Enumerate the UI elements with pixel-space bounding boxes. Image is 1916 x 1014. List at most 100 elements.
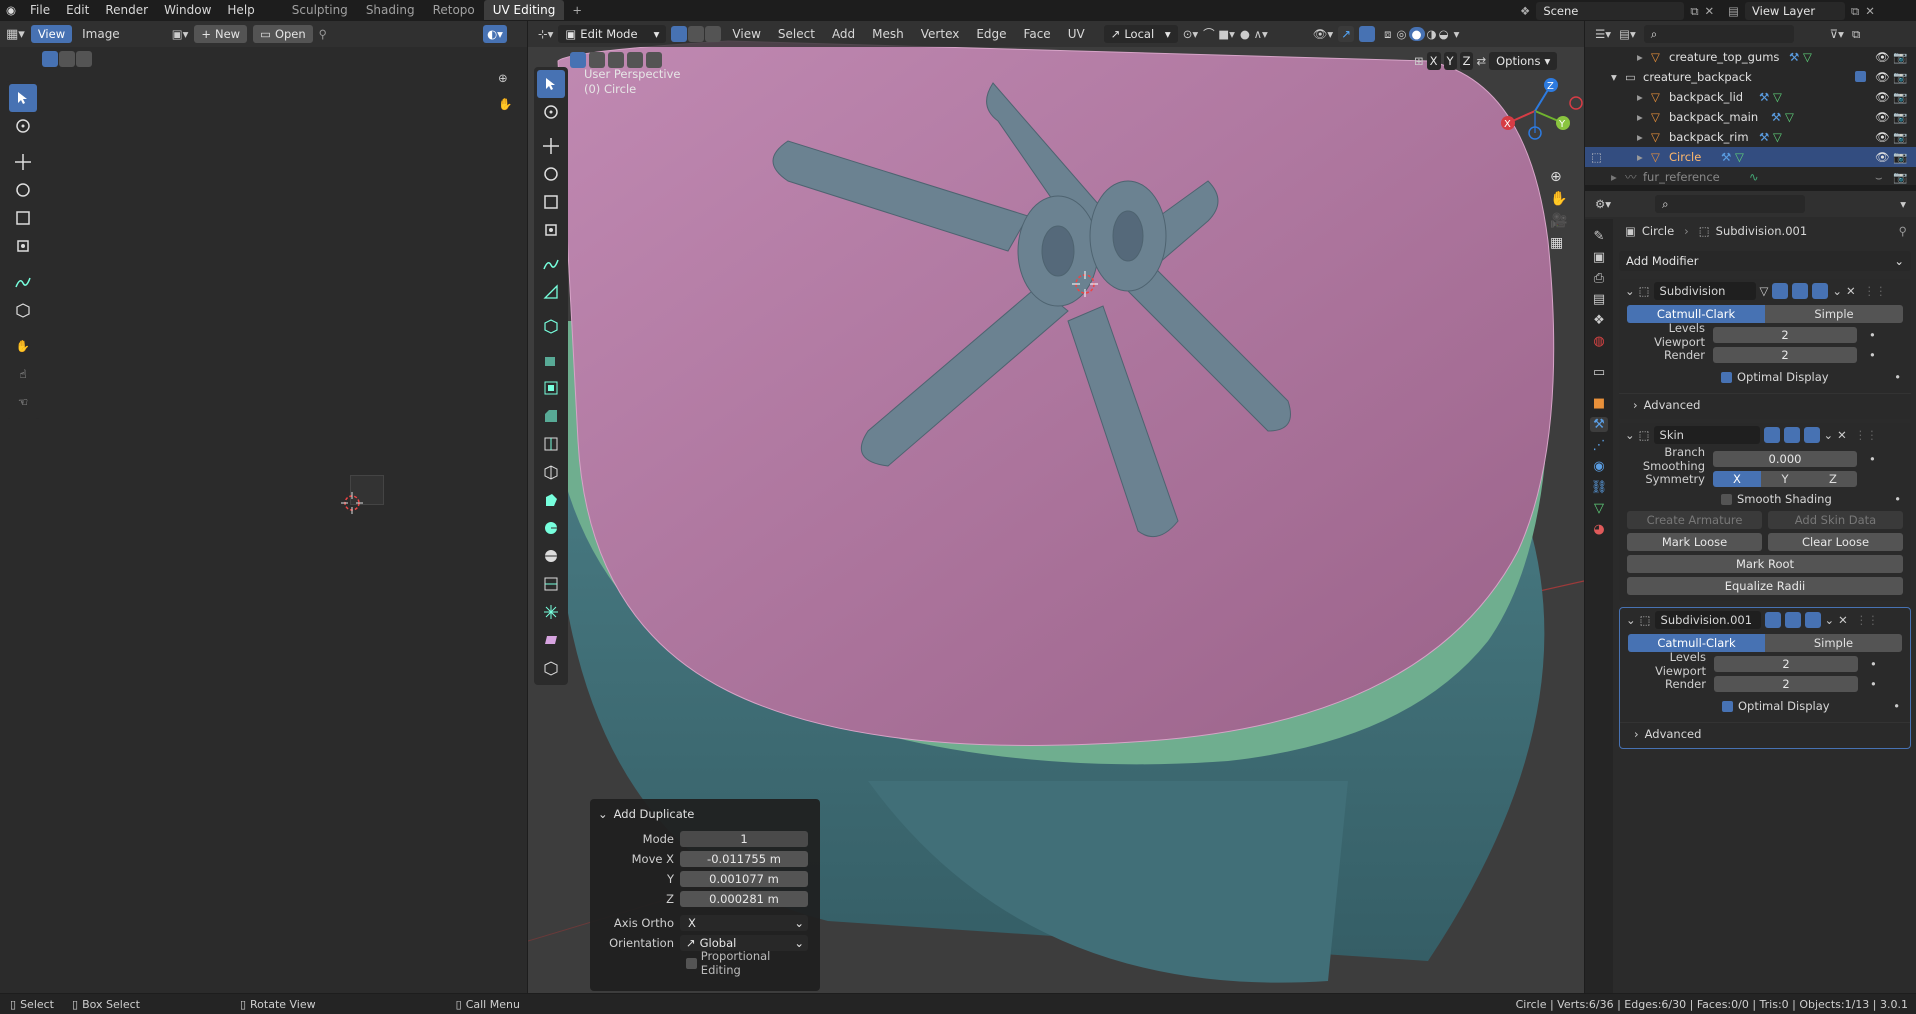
face-select-icon[interactable] [705,26,722,42]
extrude-tool-icon[interactable] [537,346,565,374]
tab-retopo[interactable]: Retopo [424,0,484,20]
properties-options-icon[interactable]: ▾ [1900,197,1916,211]
visibility-eye-icon[interactable]: 👁 [1875,110,1890,124]
gizmo-toggle-icon[interactable]: ↗ [1338,26,1355,42]
branch-smoothing-field[interactable]: 0.000 [1713,451,1857,467]
pan-icon[interactable]: ✋ [1550,191,1567,207]
close-view-layer-icon[interactable]: ✕ [1865,4,1875,18]
filter-icon[interactable]: ⊽▾ [1830,27,1844,41]
pin-icon[interactable]: ⚲ [1899,224,1911,238]
open-image-button[interactable]: ▭ Open [253,25,313,43]
outliner-item-creature-backpack[interactable]: ▾ ▭ creature_backpack 👁 📷 [1585,67,1916,87]
outliner-item-circle[interactable]: ⬚ ▸ ▽ Circle ⚒ ▽ 👁 📷 [1585,147,1916,167]
copy-scene-icon[interactable]: ⧉ [1690,4,1698,19]
keyframe-dot-icon[interactable]: • [1869,328,1876,342]
simple-option[interactable]: Simple [1765,305,1903,323]
expand-arrow-icon[interactable]: ▸ [1637,150,1651,164]
keyframe-dot-icon[interactable]: • [1894,492,1911,506]
visibility-eye-icon[interactable]: 👁 [1875,150,1890,164]
uv-image-menu[interactable]: Image [78,24,124,44]
uv-view-menu[interactable]: View [30,25,73,43]
drag-handle-icon[interactable]: ⋮⋮ [1864,284,1887,298]
visibility-eye-icon[interactable]: 👁 [1875,50,1890,64]
outliner-search-input[interactable]: ⌕ [1643,25,1794,43]
render-levels-field[interactable]: 2 [1714,676,1858,692]
remove-modifier-icon[interactable]: ✕ [1837,428,1847,442]
properties-editor-icon[interactable]: ⚙▾ [1595,197,1611,211]
op-move-z-field[interactable]: 0.000281 m [680,891,808,907]
menu-edge[interactable]: Edge [970,24,1012,44]
hidden-eye-icon[interactable]: ⌣ [1875,170,1883,185]
keyframe-dot-icon[interactable]: • [1869,348,1876,362]
render-display-icon[interactable] [1812,283,1829,299]
pinch-tool-icon[interactable]: ☜ [9,388,37,416]
modifier-name-field[interactable]: Subdivision.001 [1654,611,1761,629]
collection-tab-icon[interactable]: ▭ [1593,365,1605,380]
op-move-y-field[interactable]: 0.001077 m [680,871,808,887]
select-box-tool-icon[interactable] [9,84,37,112]
shrink-fatten-tool-icon[interactable] [537,598,565,626]
remove-modifier-icon[interactable]: ✕ [1838,613,1848,627]
menu-window[interactable]: Window [156,0,219,20]
expand-arrow-icon[interactable]: ▸ [1637,50,1651,64]
keyframe-dot-icon[interactable]: • [1870,677,1877,691]
render-tab-icon[interactable]: ▣ [1593,250,1605,265]
mode-selector[interactable]: ▣ Edit Mode ▾ [558,25,667,43]
tab-uv-editing[interactable]: UV Editing [483,0,565,20]
outliner-item-fur-reference[interactable]: ▸ 〰 fur_reference ∿ ⌣ 📷 [1585,167,1916,187]
rotate-tool-icon[interactable] [537,160,565,188]
tool-tab-icon[interactable]: ✎ [1594,229,1605,244]
spin-tool-icon[interactable] [537,514,565,542]
auto-merge-icon[interactable]: ⇄ [1476,54,1486,68]
blender-logo-icon[interactable]: ◉ [0,3,22,17]
transform-tool-icon[interactable] [537,216,565,244]
bevel-tool-icon[interactable] [537,402,565,430]
render-camera-icon[interactable]: 📷 [1893,90,1907,104]
render-camera-icon[interactable]: 📷 [1893,170,1907,184]
clear-loose-button[interactable]: Clear Loose [1768,533,1903,551]
mark-loose-button[interactable]: Mark Loose [1627,533,1762,551]
viewport-display-icon[interactable] [1784,612,1801,628]
tab-shading[interactable]: Shading [357,0,424,20]
mirror-y-toggle[interactable]: Y [1443,52,1457,70]
menu-edit[interactable]: Edit [58,0,97,20]
scale-tool-icon[interactable] [537,188,565,216]
output-tab-icon[interactable]: ⎙ [1594,271,1604,286]
symmetry-z-toggle[interactable]: Z [1809,471,1857,487]
options-dropdown[interactable]: Options ▾ [1489,52,1558,70]
wireframe-shading-icon[interactable]: ◎ [1397,27,1407,41]
modifier-menu-icon[interactable]: ⌄ [1832,284,1842,298]
select-intersect-icon[interactable] [646,52,662,68]
uv-sync-toggle[interactable]: ◐▾ [483,25,507,43]
select-new-icon[interactable] [570,52,586,68]
keyframe-dot-icon[interactable]: • [1893,699,1910,713]
select-extend-icon[interactable] [589,52,605,68]
new-image-button[interactable]: + New [194,25,248,43]
keyframe-dot-icon[interactable]: • [1894,370,1911,384]
remove-modifier-icon[interactable]: ✕ [1846,284,1856,298]
particles-tab-icon[interactable]: ⋰ [1593,438,1606,453]
edge-slide-tool-icon[interactable] [537,570,565,598]
close-scene-icon[interactable]: ✕ [1705,4,1715,18]
expand-arrow-icon[interactable]: ▸ [1637,130,1651,144]
modifier-menu-icon[interactable]: ⌄ [1825,613,1835,627]
move-tool-icon[interactable] [537,132,565,160]
outliner-item-creature-top-gums[interactable]: ▸ ▽ creature_top_gums ⚒ ▽ 👁 📷 [1585,47,1916,67]
scale-tool-icon[interactable] [9,204,37,232]
render-camera-icon[interactable]: 📷 [1893,110,1907,124]
constraints-tab-icon[interactable]: ⛓ [1591,480,1608,495]
create-armature-button[interactable]: Create Armature [1627,511,1762,529]
physics-tab-icon[interactable]: ◉ [1593,459,1604,474]
view-layer-selector[interactable]: View Layer [1745,2,1846,20]
collection-checkbox[interactable] [1855,71,1866,82]
rendered-shading-icon[interactable]: ◒ [1439,27,1449,41]
navigation-gizmo[interactable]: Z X Y [1488,71,1584,151]
measure-tool-icon[interactable] [537,278,565,306]
drag-handle-icon[interactable]: ⋮⋮ [1856,613,1879,627]
visibility-eye-icon[interactable]: 👁 [1875,90,1890,104]
outliner-editor-icon[interactable]: ☰▾ [1595,27,1611,41]
rip-region-tool-icon[interactable] [537,654,565,682]
levels-viewport-field[interactable]: 2 [1713,327,1857,343]
menu-vertex[interactable]: Vertex [915,24,966,44]
transform-orientation-selector[interactable]: ↗ Local ▾ [1103,25,1178,43]
